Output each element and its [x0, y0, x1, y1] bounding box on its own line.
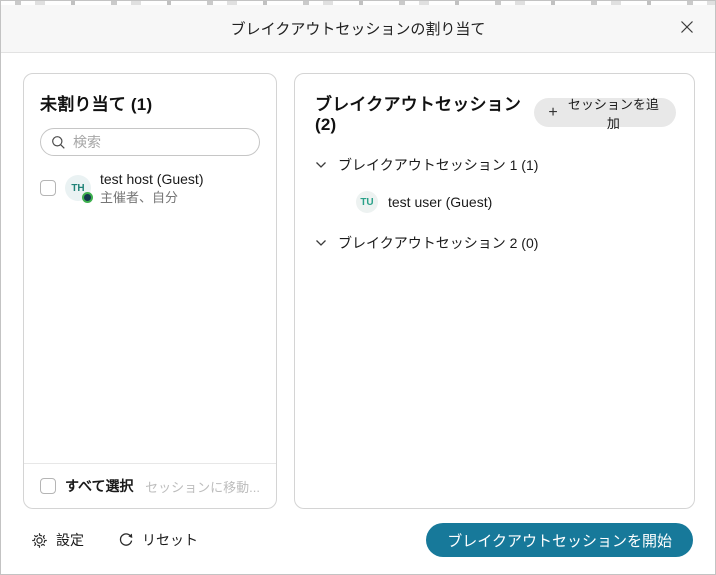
- participant-row[interactable]: TH test host (Guest) 主催者、自分: [40, 171, 260, 205]
- refresh-icon: [118, 532, 134, 548]
- move-to-session-button[interactable]: セッションに移動...: [145, 477, 260, 496]
- add-session-button[interactable]: + セッションを追加: [534, 98, 676, 127]
- sessions-header: ブレイクアウトセッション (2) + セッションを追加: [315, 90, 676, 135]
- plus-icon: +: [548, 105, 557, 121]
- dialog-footer: 設定 リセット ブレイクアウトセッションを開始: [1, 512, 715, 574]
- participant-checkbox[interactable]: [40, 180, 56, 196]
- unassigned-panel-footer: すべて選択 セッションに移動...: [24, 463, 276, 508]
- sessions-heading: ブレイクアウトセッション (2): [315, 90, 534, 135]
- participant-subtitle: 主催者、自分: [100, 190, 203, 206]
- participant-name: test host (Guest): [100, 171, 203, 188]
- search-icon: [51, 135, 66, 150]
- close-icon: [680, 20, 694, 34]
- unassigned-heading: 未割り当て (1): [40, 90, 260, 115]
- close-button[interactable]: [673, 13, 701, 41]
- unassigned-panel: 未割り当て (1) TH test host (Guest): [23, 73, 277, 509]
- reset-button[interactable]: リセット: [118, 530, 198, 550]
- settings-button[interactable]: 設定: [31, 530, 84, 550]
- start-breakout-button[interactable]: ブレイクアウトセッションを開始: [426, 523, 693, 557]
- host-badge-icon: [82, 192, 93, 203]
- chevron-down-icon[interactable]: [315, 161, 327, 169]
- settings-label: 設定: [56, 530, 84, 550]
- dialog-title: ブレイクアウトセッションの割り当て: [231, 18, 486, 39]
- participant-name: test user (Guest): [388, 194, 492, 210]
- session-row-1[interactable]: ブレイクアウトセッション 1 (1): [315, 155, 676, 175]
- gear-icon: [31, 532, 48, 549]
- avatar: TU: [356, 191, 378, 213]
- select-all-label: すべて選択: [65, 476, 133, 496]
- session-row-2[interactable]: ブレイクアウトセッション 2 (0): [315, 233, 676, 253]
- session-name: ブレイクアウトセッション 2 (0): [338, 233, 538, 253]
- avatar-initials: TH: [71, 183, 84, 194]
- add-session-label: セッションを追加: [565, 94, 662, 132]
- reset-label: リセット: [142, 530, 198, 550]
- avatar: TH: [65, 175, 91, 201]
- avatar-initials: TU: [360, 197, 373, 208]
- search-box[interactable]: [40, 128, 260, 156]
- participant-texts: test host (Guest) 主催者、自分: [100, 171, 203, 205]
- chevron-down-icon[interactable]: [315, 239, 327, 247]
- select-all-checkbox[interactable]: [40, 478, 56, 494]
- dialog-titlebar: ブレイクアウトセッションの割り当て: [1, 5, 715, 53]
- session-participant-row[interactable]: TU test user (Guest): [356, 191, 676, 213]
- breakout-assignment-dialog: ブレイクアウトセッションの割り当て 未割り当て (1): [0, 0, 716, 575]
- search-input[interactable]: [73, 134, 249, 150]
- sessions-panel: ブレイクアウトセッション (2) + セッションを追加 ブレイクアウトセッション…: [294, 73, 695, 509]
- session-name: ブレイクアウトセッション 1 (1): [338, 155, 538, 175]
